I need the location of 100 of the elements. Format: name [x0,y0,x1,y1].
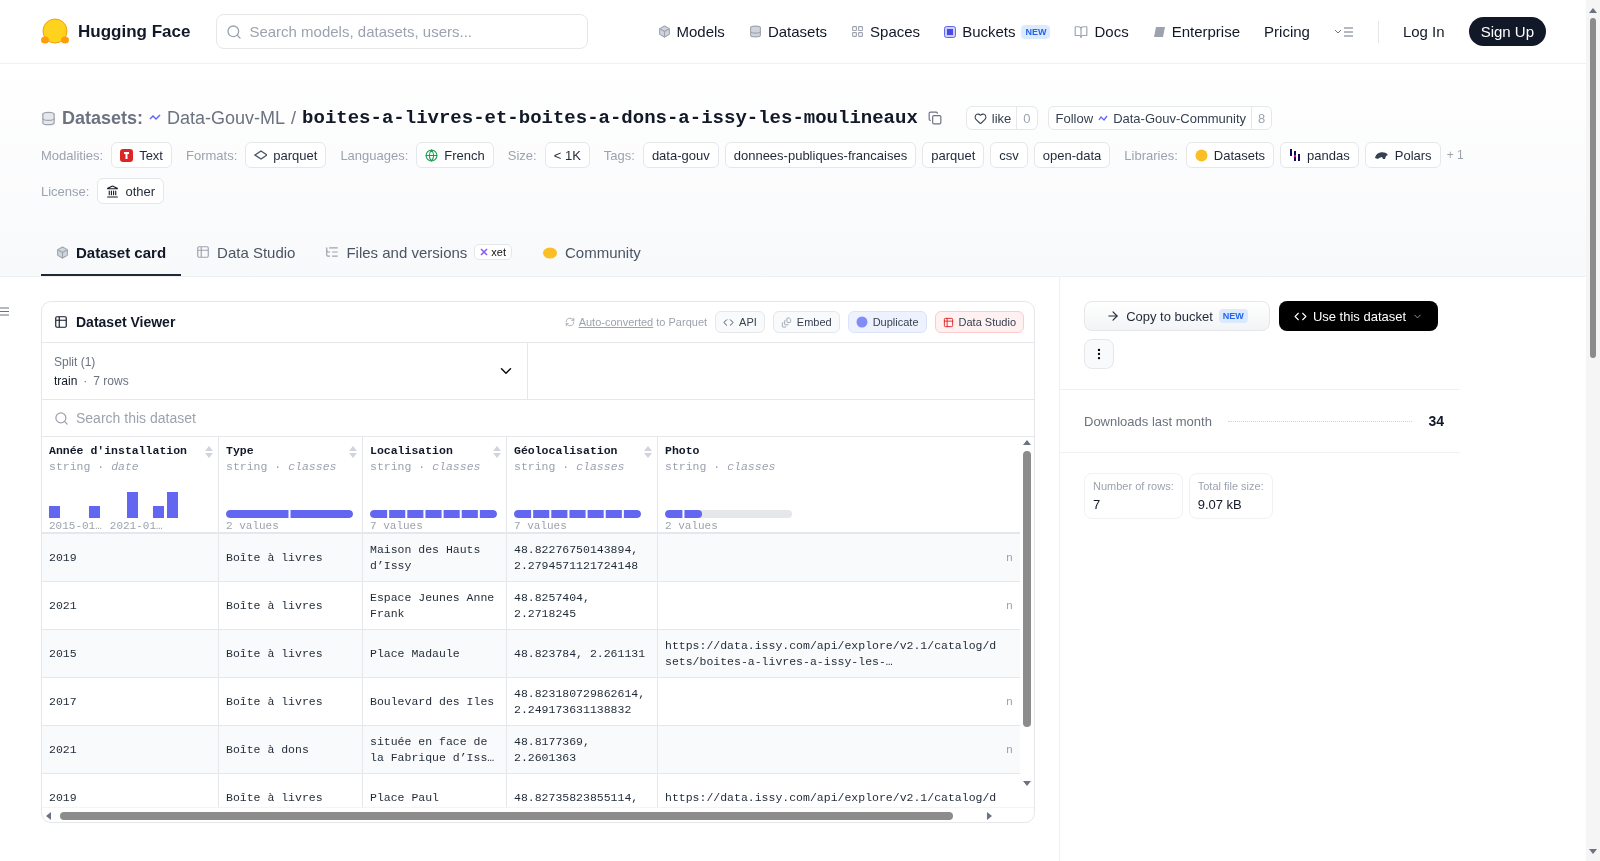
circle-icon [855,316,868,328]
nav-link[interactable]: Buckets NEW [944,23,1051,40]
cross-icon [480,248,489,256]
breadcrumb-prefix: Datasets: [62,107,144,129]
table-cell: 48.8257404, 2.2718245 [507,582,658,629]
table-cell: 2015 [42,630,219,677]
tag-chip[interactable]: other [97,178,165,204]
menu-icon[interactable] [0,307,9,316]
nav-link[interactable]: Enterprise [1152,23,1241,40]
logo-text[interactable]: Hugging Face [78,21,191,42]
org-icon [1098,114,1109,122]
tag-chip[interactable]: < 1K [544,142,590,168]
axis-label: 2021-01… [109,520,163,532]
tag-chip[interactable]: csv [990,142,1028,168]
bars-icon [1289,148,1302,162]
nav-link[interactable]: Pricing [1264,23,1310,40]
refresh-icon [564,317,575,327]
nav-link[interactable]: Spaces [851,23,921,40]
column-header[interactable]: Année d'installation string · date 2015-01… 2021-01… [42,437,219,532]
database-icon [41,110,56,126]
tag-chip[interactable]: Datasets [1185,142,1275,168]
tab[interactable]: Data Studio [181,230,311,276]
path-separator: / [291,107,297,129]
tag-chip[interactable]: parquet [922,142,985,168]
use-dataset-button[interactable]: Use this dataset [1279,301,1438,331]
table-cell: 2021 [42,726,219,773]
arrow-right-icon [1106,309,1121,323]
table-cell: 2021 [42,582,219,629]
meta-label: Languages: [340,147,409,163]
cube-icon [56,245,69,259]
table-cell: 2019 [42,534,219,581]
nav-link[interactable]: Datasets [748,23,828,40]
table-cell: Boîte à livres [219,630,363,677]
square-icon [944,25,957,38]
viewer-action-button[interactable]: API [715,311,765,333]
meta-label: License: [41,183,90,199]
search-icon [226,23,243,40]
table-icon [196,245,211,259]
menu-icon[interactable] [1333,25,1354,38]
search-field[interactable]: Search models, datasets, users... [216,14,589,49]
landmark-icon [106,184,120,198]
layers-icon [254,150,268,160]
nav-link[interactable]: Docs [1074,23,1129,40]
grid-icon [851,25,865,38]
meta-label: Tags: [603,147,635,163]
viewer-title: Dataset Viewer [76,314,176,330]
meta-label: Formats: [186,147,238,163]
axis-label: 2015-01… [49,520,102,532]
copy-icon[interactable] [927,111,942,125]
table-icon [54,315,68,329]
owner-link[interactable]: Data-Gouv-ML [167,107,286,129]
org-icon [149,114,162,122]
table-cell: située en face de la Fabrique d’Iss… [363,726,507,773]
tab[interactable]: Files and versions xet [310,230,527,276]
column-header[interactable]: Type string · classes 2 values [219,437,363,532]
sign-up-button[interactable]: Sign Up [1468,17,1546,46]
table-cell: 48.82276750143894, 2.2794571121724148 [507,534,658,581]
conversion-note: Auto-converted to Parquet [578,316,708,328]
database-icon [748,25,762,38]
text-icon [120,148,134,162]
viewer-action-button[interactable]: Embed [772,311,840,333]
table-cell: 48.823180729862614, 2.249173631138832 [507,678,658,725]
dataset-name: boites-a-livres-et-boites-a-dons-a-issy-les-moulineaux [302,107,918,129]
viewer-action-button[interactable]: Duplicate [847,311,927,333]
follow-button[interactable]: Follow Data-Gouv-Community 8 [1047,106,1273,130]
table-cell: Boîte à dons [219,726,363,773]
log-in-link[interactable]: Log In [1402,23,1445,40]
table-cell: Boulevard des Iles [363,678,507,725]
table-cell: 48.8177369, 2.2601363 [507,726,658,773]
meta-label: Libraries: [1124,147,1178,163]
tag-chip[interactable]: Text [111,142,172,168]
tag-chip[interactable]: Polars [1364,142,1441,168]
tag-chip[interactable]: parquet [245,142,327,168]
table-cell: Boîte à livres [219,534,363,581]
table-cell: Maison des Hauts d’Issy [363,534,507,581]
tag-chip[interactable]: pandas [1280,142,1359,168]
code-icon [723,316,735,328]
table-cell: 48.823784, 2.261131 [507,630,658,677]
viewer-action-button[interactable]: Data Studio [934,311,1024,333]
tag-chip[interactable]: donnees-publiques-francaises [724,142,917,168]
copy-to-bucket-button[interactable]: Copy to bucket NEW [1084,301,1270,331]
tab[interactable]: Community [527,230,656,276]
like-button[interactable]: like 0 [965,106,1038,130]
table-icon [942,316,954,328]
table-cell: Boîte à livres [219,582,363,629]
column-header[interactable]: Localisation string · classes 7 values [363,437,507,532]
tag-chip[interactable]: open-data [1033,142,1111,168]
stat-card: Total file size: 9.07 kB [1188,473,1273,519]
tag-chip[interactable]: French [416,142,494,168]
globe-icon [425,148,439,162]
stat-card: Number of rows: 7 [1084,473,1183,519]
search-icon [54,410,69,426]
column-header[interactable]: Géolocalisation string · classes 7 values [507,437,658,532]
tab[interactable]: Dataset card [41,230,182,276]
nav-link[interactable]: Models [657,23,725,40]
tag-chip[interactable]: data-gouv [642,142,719,168]
downloads-label: Downloads last month [1084,413,1212,429]
list-icon [325,245,340,259]
logo-icon[interactable] [40,17,70,46]
table-cell: Boîte à livres [219,678,363,725]
